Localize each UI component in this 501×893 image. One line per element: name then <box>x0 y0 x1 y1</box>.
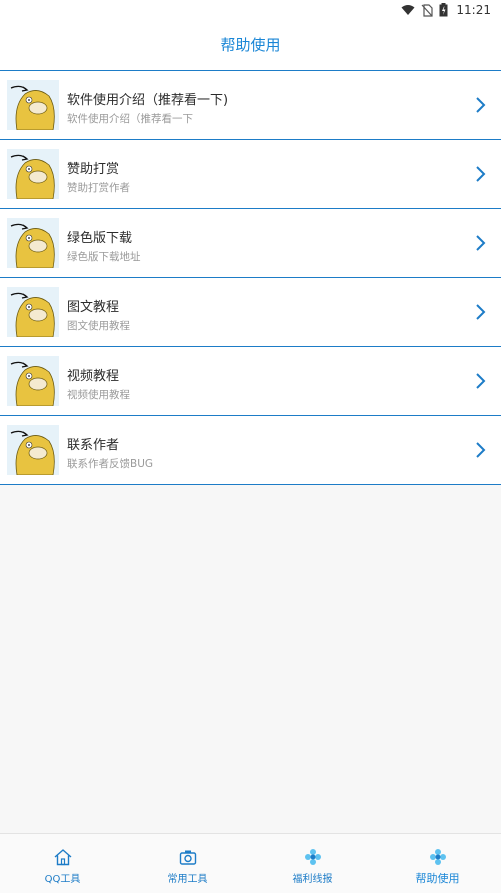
item-subtitle: 图文使用教程 <box>67 320 130 332</box>
psyduck-avatar <box>7 356 59 406</box>
tab-welfare[interactable]: 福利线报 <box>250 834 375 893</box>
list-item[interactable]: 绿色版下载 绿色版下载地址 <box>0 209 501 278</box>
item-subtitle: 软件使用介绍（推荐看一下 <box>67 113 193 125</box>
psyduck-avatar <box>7 287 59 337</box>
tab-qq-tools[interactable]: QQ工具 <box>0 834 125 893</box>
psyduck-avatar <box>7 218 59 268</box>
item-title: 联系作者 <box>67 438 120 453</box>
list-item[interactable]: 图文教程 图文使用教程 <box>0 278 501 347</box>
list-item[interactable]: 软件使用介绍（推荐看一下) 软件使用介绍（推荐看一下 <box>0 71 501 140</box>
item-title: 视频教程 <box>67 369 120 384</box>
tab-help[interactable]: 帮助使用 <box>375 834 500 893</box>
item-subtitle: 赞助打赏作者 <box>67 182 130 194</box>
flower-icon <box>305 849 321 865</box>
chevron-right-icon <box>476 235 486 251</box>
status-icons: 11:21 <box>401 2 491 18</box>
chevron-right-icon <box>476 442 486 458</box>
status-time: 11:21 <box>456 3 491 17</box>
home-icon <box>54 849 72 866</box>
chevron-right-icon <box>476 304 486 320</box>
item-subtitle: 视频使用教程 <box>67 389 130 401</box>
tab-label: 帮助使用 <box>415 872 460 885</box>
item-title: 图文教程 <box>67 300 120 315</box>
help-list: 软件使用介绍（推荐看一下) 软件使用介绍（推荐看一下 赞助打赏 赞助打赏作者 绿… <box>0 71 501 485</box>
camera-icon <box>179 850 197 865</box>
psyduck-avatar <box>7 425 59 475</box>
tab-label: 福利线报 <box>292 874 333 885</box>
item-title: 绿色版下载 <box>67 231 133 246</box>
no-sim-icon <box>421 3 434 17</box>
page-title: 帮助使用 <box>0 20 501 71</box>
tab-label: 常用工具 <box>167 874 208 885</box>
psyduck-avatar <box>7 149 59 199</box>
tab-label: QQ工具 <box>44 874 81 885</box>
item-subtitle: 绿色版下载地址 <box>67 251 141 263</box>
bottom-tab-bar: QQ工具 常用工具 福利线报 帮助使用 <box>0 833 501 893</box>
status-bar: 11:21 <box>0 0 501 20</box>
chevron-right-icon <box>476 97 486 113</box>
tab-common-tools[interactable]: 常用工具 <box>125 834 250 893</box>
item-title: 赞助打赏 <box>67 162 120 177</box>
list-item[interactable]: 联系作者 联系作者反馈BUG <box>0 416 501 485</box>
item-subtitle: 联系作者反馈BUG <box>67 458 154 470</box>
chevron-right-icon <box>476 373 486 389</box>
item-title: 软件使用介绍（推荐看一下) <box>67 93 229 108</box>
flower-icon <box>430 849 446 865</box>
list-item[interactable]: 视频教程 视频使用教程 <box>0 347 501 416</box>
psyduck-avatar <box>7 80 59 130</box>
wifi-icon <box>401 5 415 15</box>
chevron-right-icon <box>476 166 486 182</box>
list-item[interactable]: 赞助打赏 赞助打赏作者 <box>0 140 501 209</box>
battery-icon <box>439 3 448 17</box>
